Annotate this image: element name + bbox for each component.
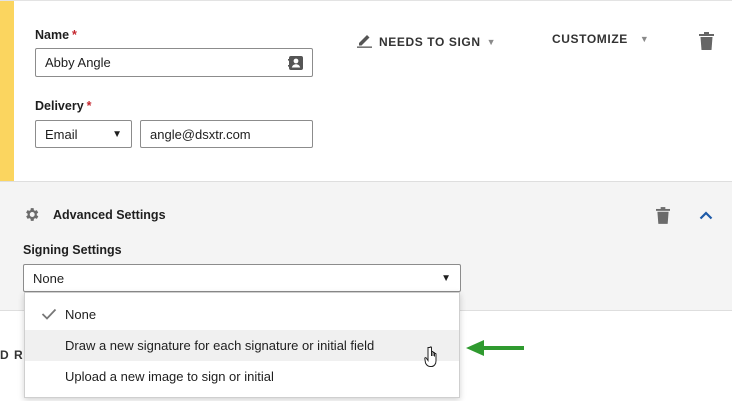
name-label: Name * [35,28,77,42]
gear-icon [23,206,40,228]
signing-settings-select[interactable]: None ▼ [23,264,461,292]
select-caret-icon: ▼ [441,272,451,284]
check-icon [41,308,57,323]
email-input[interactable]: angle@dsxtr.com [140,120,313,148]
name-input-value: Abby Angle [45,55,111,70]
delivery-label: Delivery * [35,99,92,113]
dropdown-option-draw-new-signature[interactable]: Draw a new signature for each signature … [25,330,459,361]
name-input[interactable]: Abby Angle [35,48,313,77]
dropdown-option-upload-image[interactable]: Upload a new image to sign or initial [25,361,459,392]
recipient-accent-bar [0,1,14,182]
trash-icon[interactable] [697,31,715,51]
select-caret-icon: ▼ [112,128,122,140]
trash-icon[interactable] [655,206,671,225]
hand-cursor-icon [424,346,442,373]
dropdown-option-label: None [65,307,97,322]
signing-settings-dropdown-menu: None Draw a new signature for each signa… [24,292,460,398]
chevron-down-icon: ▼ [639,34,650,44]
customize-dropdown[interactable]: CUSTOMIZE ▼ [552,32,649,46]
chevron-up-icon[interactable] [698,208,714,222]
dropdown-option-none[interactable]: None [25,299,459,330]
email-input-value: angle@dsxtr.com [150,126,251,142]
contact-card-icon[interactable] [288,55,304,74]
pen-icon [356,32,373,51]
required-mark: * [86,99,92,113]
delivery-method-value: Email [45,126,78,142]
partial-hidden-button-text: D R [0,348,24,362]
green-arrow-icon [466,339,526,362]
recipient-card: Name * Abby Angle Delivery * Email ▼ angle… [0,0,732,182]
signing-settings-label: Signing Settings [23,243,122,257]
dropdown-option-label: Draw a new signature for each signature … [65,338,375,353]
advanced-settings-title: Advanced Settings [53,208,166,222]
required-mark: * [72,28,77,42]
signing-settings-value: None [33,270,65,286]
needs-to-sign-dropdown[interactable]: NEEDS TO SIGN ▼ [356,32,496,51]
chevron-down-icon: ▼ [486,36,497,47]
delivery-method-select[interactable]: Email ▼ [35,120,132,148]
dropdown-option-label: Upload a new image to sign or initial [65,369,274,384]
needs-to-sign-label: NEEDS TO SIGN [379,34,481,49]
customize-label: CUSTOMIZE [552,32,628,46]
